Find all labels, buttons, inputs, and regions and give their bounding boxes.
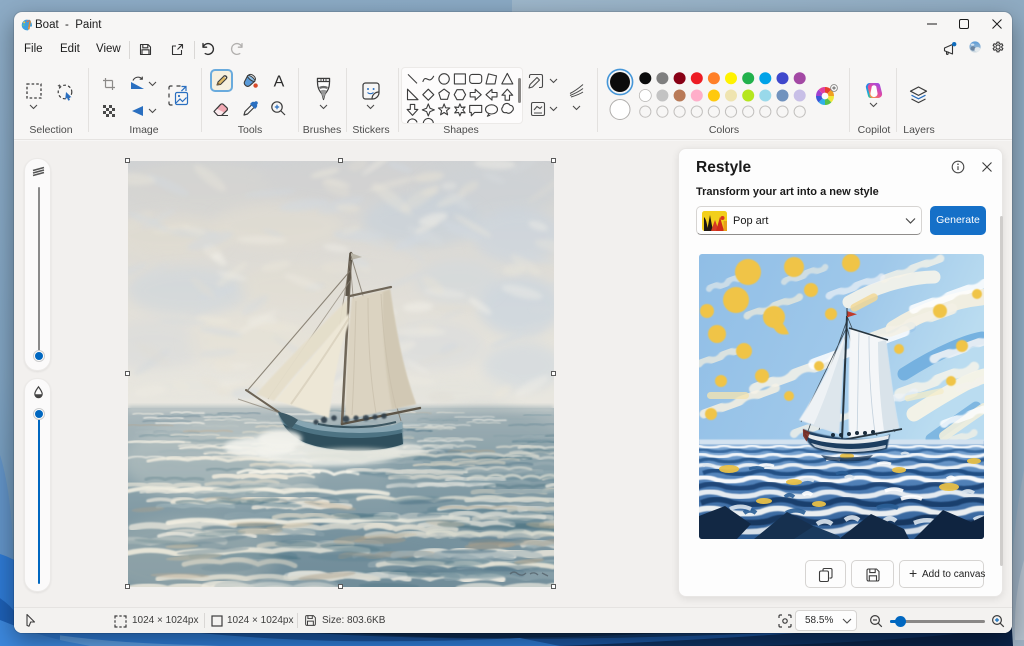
svg-text:A: A: [274, 74, 285, 91]
